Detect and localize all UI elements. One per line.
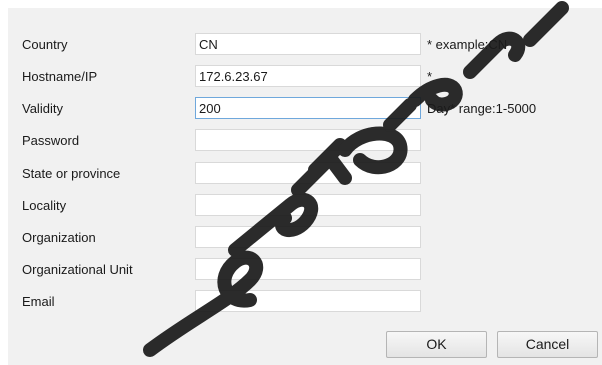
password-label: Password	[22, 133, 80, 148]
password-input[interactable]	[195, 129, 421, 151]
country-row: Country * example:CN	[8, 33, 602, 57]
organization-row: Organization	[8, 226, 602, 250]
organization-input[interactable]	[195, 226, 421, 248]
ok-button[interactable]: OK	[386, 331, 487, 358]
validity-label: Validity	[22, 101, 63, 116]
state-input[interactable]	[195, 162, 421, 184]
state-row: State or province	[8, 162, 602, 186]
validity-row: Validity Day* range:1-5000	[8, 97, 602, 121]
locality-row: Locality	[8, 194, 602, 218]
email-row: Email	[8, 290, 602, 314]
certificate-dialog: Country * example:CN Hostname/IP * Valid…	[8, 8, 602, 365]
org-unit-row: Organizational Unit	[8, 258, 602, 282]
country-hint: * example:CN	[427, 37, 508, 52]
password-row: Password	[8, 129, 602, 153]
country-input[interactable]	[195, 33, 421, 55]
validity-hint: Day* range:1-5000	[427, 101, 537, 116]
org-unit-label: Organizational Unit	[22, 262, 133, 277]
cancel-button[interactable]: Cancel	[497, 331, 598, 358]
hostname-input[interactable]	[195, 65, 421, 87]
organization-label: Organization	[22, 230, 96, 245]
email-label: Email	[22, 294, 55, 309]
validity-input[interactable]	[195, 97, 421, 119]
country-label: Country	[22, 37, 68, 52]
hostname-hint: *	[427, 69, 433, 84]
locality-input[interactable]	[195, 194, 421, 216]
hostname-label: Hostname/IP	[22, 69, 98, 84]
email-input[interactable]	[195, 290, 421, 312]
hostname-row: Hostname/IP *	[8, 65, 602, 89]
org-unit-input[interactable]	[195, 258, 421, 280]
state-label: State or province	[22, 166, 121, 181]
locality-label: Locality	[22, 198, 67, 213]
